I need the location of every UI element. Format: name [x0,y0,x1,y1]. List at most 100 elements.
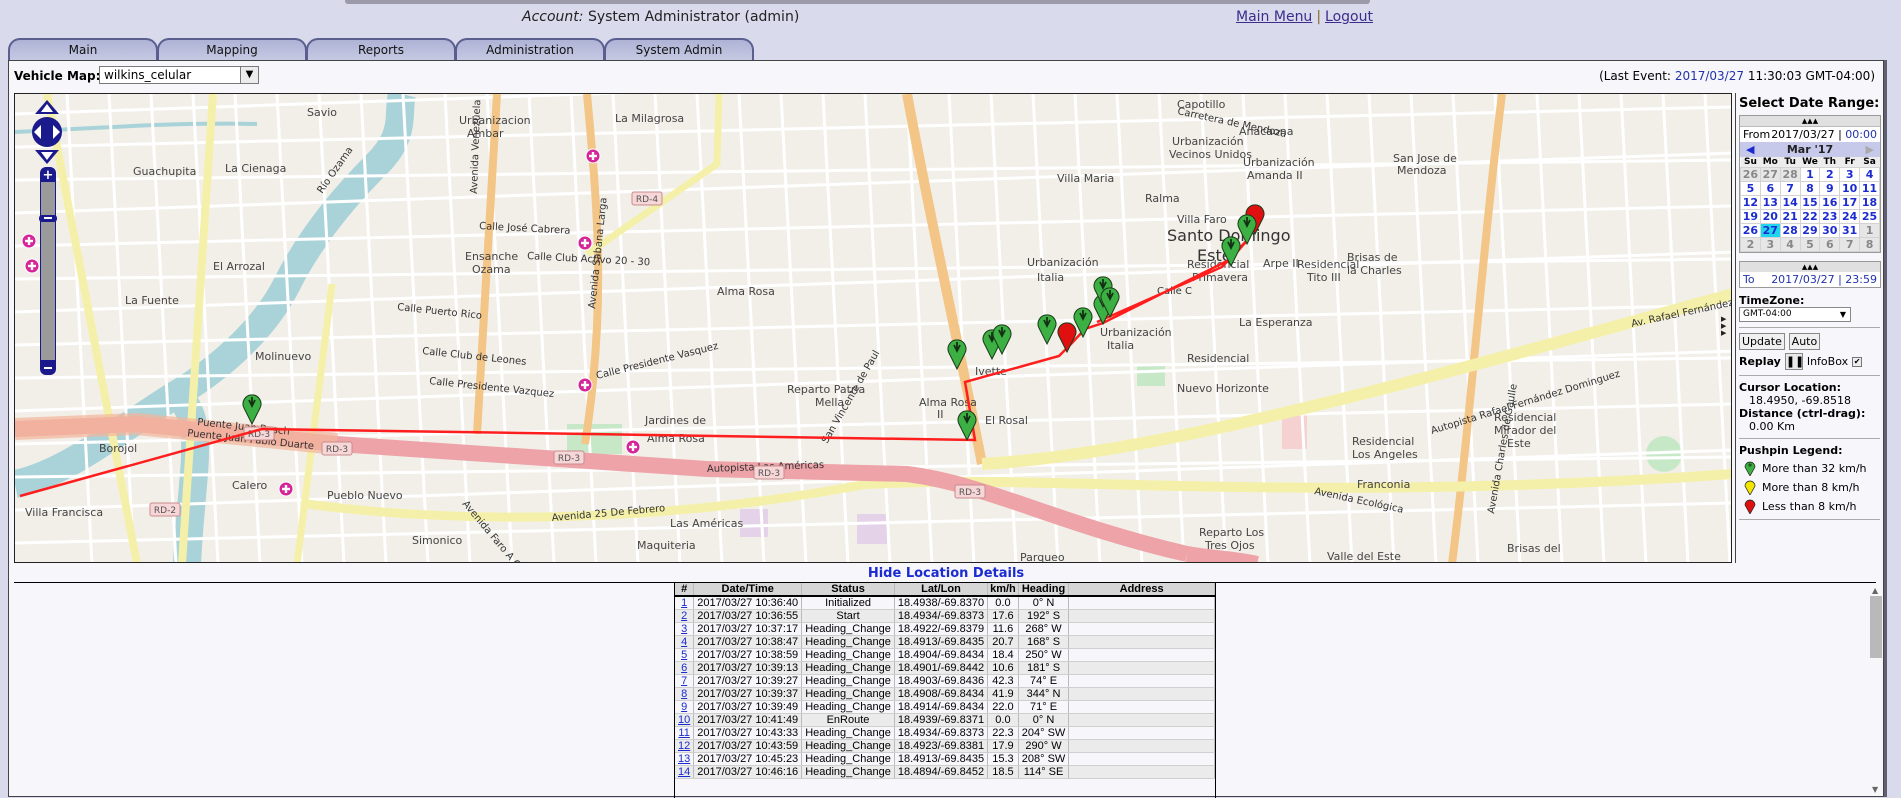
chevron-down-icon[interactable]: ▼ [240,67,258,83]
hospital-icon[interactable] [585,148,601,164]
calendar-day[interactable]: 24 [1839,209,1861,224]
hospital-icon[interactable] [278,481,294,497]
calendar-day[interactable]: 11 [1859,181,1880,196]
from-row[interactable]: From 2017/03/27 | 00:00 [1740,126,1880,142]
row-index-link[interactable]: 10 [678,714,690,726]
to-row[interactable]: To 2017/03/27 | 23:59 [1740,272,1880,287]
row-index-link[interactable]: 13 [678,753,690,765]
prev-month-icon[interactable]: ◀ [1746,143,1754,156]
hospital-icon[interactable] [577,377,593,393]
map-view[interactable]: Savio Urbanizacion Ambar La Milagrosa La Cie… [14,93,1732,563]
tab-mapping[interactable]: Mapping [157,38,307,61]
calendar-day[interactable]: 28 [1779,167,1801,182]
hospital-icon[interactable] [577,235,593,251]
calendar-day[interactable]: 6 [1759,181,1781,196]
row-index-link[interactable]: 8 [681,688,687,700]
infobox-checkbox[interactable]: ✔ [1852,356,1863,367]
panel-collapse-arrows[interactable]: ▶ ▶ ▶ [1721,316,1726,337]
logout-link[interactable]: Logout [1325,9,1373,25]
calendar-day[interactable]: 19 [1740,209,1761,224]
pause-icon[interactable]: ❚❚ [1784,353,1804,370]
calendar-day[interactable]: 29 [1799,223,1821,238]
calendar-day-selected[interactable]: 27 [1759,223,1781,238]
calendar-day[interactable]: 14 [1779,195,1801,210]
from-date[interactable]: 2017/03/27 [1771,128,1834,141]
calendar-day[interactable]: 25 [1859,209,1880,224]
calendar-day[interactable]: 1 [1799,167,1821,182]
scrollbar-thumb[interactable] [1870,596,1882,658]
tab-system-admin[interactable]: System Admin [604,38,754,61]
landuse-area [857,514,887,544]
calendar-day[interactable]: 7 [1839,237,1861,252]
scroll-down-icon[interactable]: ▼ [1872,785,1878,794]
map-canvas[interactable]: SavioUrbanizacionAmbarLa MilagrosaLa Cie… [15,94,1732,563]
to-collapse-handle[interactable]: ▲▲▲ [1740,262,1880,272]
calendar-day[interactable]: 6 [1819,237,1841,252]
tab-administration[interactable]: Administration [455,38,605,61]
calendar-day[interactable]: 4 [1779,237,1801,252]
calendar-day[interactable]: 13 [1759,195,1781,210]
calendar-day[interactable]: 30 [1819,223,1841,238]
calendar-day[interactable]: 21 [1779,209,1801,224]
calendar-day[interactable]: 10 [1839,181,1861,196]
calendar-day[interactable]: 4 [1859,167,1880,182]
tab-main[interactable]: Main [8,38,158,61]
calendar-day[interactable]: 20 [1759,209,1781,224]
row-index-link[interactable]: 11 [678,727,689,739]
row-index-link[interactable]: 14 [678,766,690,778]
from-time[interactable]: 00:00 [1845,128,1877,141]
map-zoom-control[interactable]: + [39,167,57,375]
row-index-link[interactable]: 2 [681,610,687,622]
row-index-link[interactable]: 7 [681,675,687,687]
row-index-link[interactable]: 1 [681,597,687,609]
calendar-day[interactable]: 3 [1759,237,1781,252]
calendar-day[interactable]: 31 [1839,223,1861,238]
cell-heading: 181° S [1018,661,1070,675]
calendar-collapse-handle[interactable]: ▲▲▲ [1740,116,1880,126]
calendar-day[interactable]: 16 [1819,195,1841,210]
calendar-day[interactable]: 2 [1819,167,1841,182]
row-index-link[interactable]: 4 [681,636,687,648]
calendar-day[interactable]: 15 [1799,195,1821,210]
scroll-up-icon[interactable]: ▲ [1872,586,1878,595]
row-index-link[interactable]: 3 [681,623,687,635]
calendar-day[interactable]: 26 [1740,223,1761,238]
calendar-day[interactable]: 26 [1740,167,1761,182]
calendar-day[interactable]: 3 [1839,167,1861,182]
row-index-link[interactable]: 12 [678,740,690,752]
update-button[interactable]: Update [1739,333,1785,350]
calendar-day[interactable]: 1 [1859,223,1880,238]
table-row: 13 2017/03/27 10:45:23 Heading_Change 18.49… [675,752,1215,766]
auto-button[interactable]: Auto [1788,333,1821,350]
calendar-day[interactable]: 18 [1859,195,1880,210]
calendar-day[interactable]: 12 [1740,195,1761,210]
to-time[interactable]: 23:59 [1845,273,1877,286]
calendar-day[interactable]: 2 [1740,237,1761,252]
calendar-day[interactable]: 27 [1759,167,1781,182]
hide-location-details-link[interactable]: Hide Location Details [9,566,1883,581]
next-month-icon[interactable]: ▶ [1866,143,1874,156]
hospital-icon[interactable] [24,258,40,274]
hospital-icon[interactable] [21,233,37,249]
details-scrollbar[interactable]: ▲ ▼ [1870,586,1882,796]
calendar-day[interactable]: 17 [1839,195,1861,210]
calendar-day[interactable]: 22 [1799,209,1821,224]
calendar-day[interactable]: 8 [1799,181,1821,196]
calendar-day[interactable]: 5 [1799,237,1821,252]
place-label: La Milagrosa [615,112,684,125]
calendar-day[interactable]: 7 [1779,181,1801,196]
calendar-day[interactable]: 23 [1819,209,1841,224]
tab-reports[interactable]: Reports [306,38,456,61]
calendar-day[interactable]: 9 [1819,181,1841,196]
calendar-day[interactable]: 5 [1740,181,1761,196]
timezone-select[interactable]: GMT-04:00 ▼ [1739,307,1851,322]
row-index-link[interactable]: 5 [681,649,687,661]
main-menu-link[interactable]: Main Menu [1236,9,1312,25]
row-index-link[interactable]: 9 [681,701,687,713]
vehicle-select[interactable]: wilkins_celular ▼ [99,66,259,84]
calendar-day[interactable]: 8 [1859,237,1880,252]
calendar-day[interactable]: 28 [1779,223,1801,238]
hospital-icon[interactable] [625,439,641,455]
row-index-link[interactable]: 6 [681,662,687,674]
to-date[interactable]: 2017/03/27 [1771,273,1834,286]
